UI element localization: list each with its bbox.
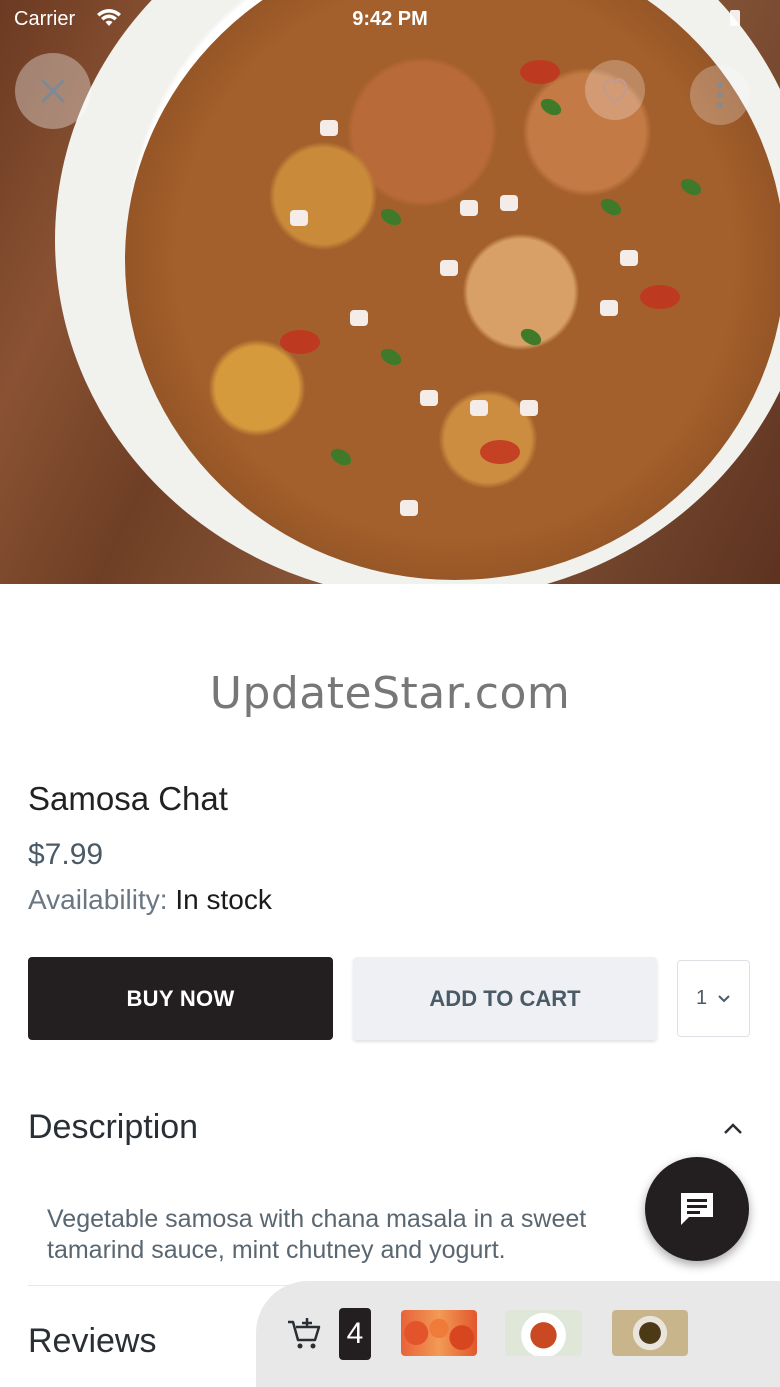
watermark: UpdateStar.com <box>209 668 571 719</box>
onion <box>420 390 438 406</box>
close-button[interactable] <box>15 53 91 129</box>
buy-now-button[interactable]: BUY NOW <box>28 957 333 1040</box>
onion <box>350 310 368 326</box>
add-to-cart-icon[interactable] <box>286 1316 322 1352</box>
chat-button[interactable] <box>645 1157 749 1261</box>
onion <box>520 400 538 416</box>
food-thumbnail-1[interactable] <box>401 1310 477 1356</box>
chevron-down-icon <box>718 994 730 1002</box>
description-heading[interactable]: Description <box>28 1108 198 1147</box>
product-title: Samosa Chat <box>28 780 228 817</box>
onion <box>600 300 618 316</box>
onion <box>470 400 488 416</box>
status-time: 9:42 PM <box>352 8 428 30</box>
product-image <box>0 0 780 584</box>
onion <box>320 120 338 136</box>
food-thumbnail-3[interactable] <box>612 1310 688 1356</box>
close-icon <box>41 79 65 103</box>
quantity-value: 1 <box>695 987 708 1009</box>
more-vertical-icon <box>717 82 723 108</box>
sauce-dot <box>480 440 520 464</box>
availability: Availability: In stock <box>28 884 272 916</box>
sauce-dot <box>280 330 320 354</box>
onion <box>290 210 308 226</box>
favorite-button[interactable] <box>585 60 645 120</box>
onion <box>440 260 458 276</box>
onion <box>620 250 638 266</box>
status-bar: Carrier 9:42 PM <box>0 0 780 40</box>
quantity-select[interactable]: 1 <box>677 960 750 1037</box>
battery-icon <box>730 10 740 26</box>
onion <box>460 200 478 216</box>
sauce-dot <box>640 285 680 309</box>
sauce-dot <box>520 60 560 84</box>
add-to-cart-button[interactable]: ADD TO CART <box>353 957 657 1040</box>
availability-value: In stock <box>175 884 272 915</box>
more-options-button[interactable] <box>690 65 750 125</box>
food-thumbnail-2[interactable] <box>505 1310 582 1356</box>
cart-count-badge: 4 <box>339 1308 371 1360</box>
heart-icon <box>602 78 628 104</box>
chevron-up-icon[interactable] <box>718 1114 748 1144</box>
onion <box>400 500 418 516</box>
onion <box>500 195 518 211</box>
availability-label: Availability: <box>28 884 168 915</box>
chat-icon <box>681 1193 713 1225</box>
product-price: $7.99 <box>28 838 104 871</box>
description-text: Vegetable samosa with chana masala in a … <box>47 1205 587 1264</box>
reviews-heading[interactable]: Reviews <box>28 1322 156 1361</box>
